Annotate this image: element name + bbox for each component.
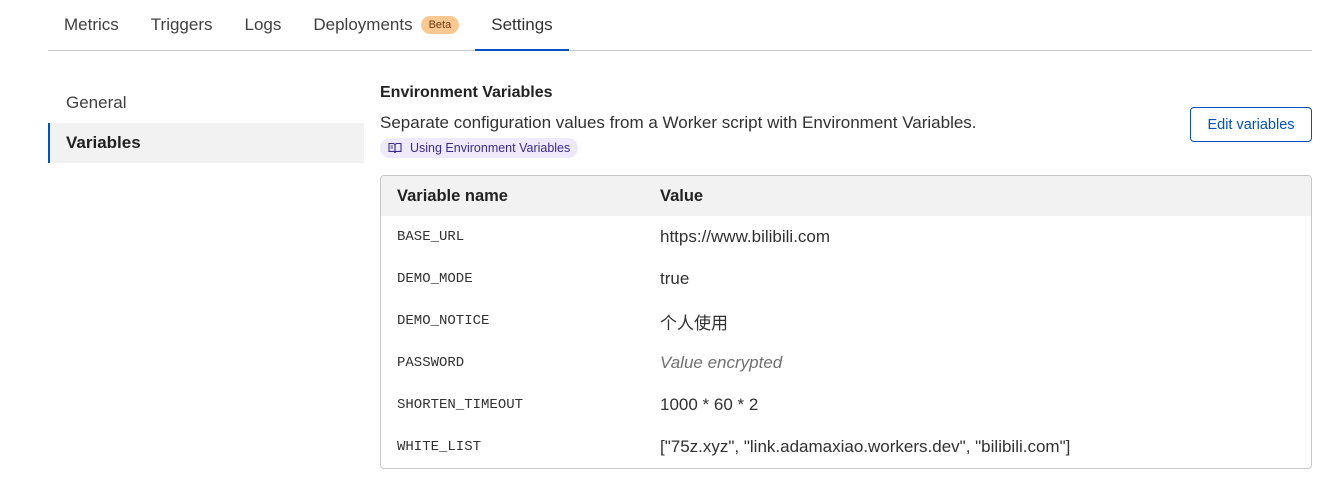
column-header-name: Variable name [397,186,508,205]
variable-name: BASE_URL [397,229,465,245]
table-row: WHITE_LIST ["75z.xyz", "link.adamaxiao.w… [381,426,1311,468]
table-header: Variable name Value [381,176,1311,216]
book-icon [388,142,402,154]
variable-value: 个人使用 [660,313,728,333]
tab-label: Triggers [150,15,213,34]
top-tabs: Metrics Triggers Logs Deployments Beta S… [48,0,1312,51]
beta-badge: Beta [420,16,460,34]
variables-section: Environment Variables Separate configura… [380,82,1312,469]
table-row: DEMO_NOTICE 个人使用 [381,300,1311,342]
variable-value: 1000 * 60 * 2 [660,395,759,414]
sidebar-item-label: Variables [66,133,141,152]
tab-deployments[interactable]: Deployments Beta [297,0,475,50]
variable-name: SHORTEN_TIMEOUT [397,397,524,413]
tab-triggers[interactable]: Triggers [135,0,229,50]
docs-link-label: Using Environment Variables [410,141,571,155]
tab-label: Deployments [313,15,413,34]
table-row: PASSWORD Value encrypted [381,342,1311,384]
sidebar-item-variables[interactable]: Variables [48,123,364,163]
sidebar-item-label: General [66,93,127,112]
section-title: Environment Variables [380,84,553,101]
variable-name: PASSWORD [397,355,465,371]
table-row: DEMO_MODE true [381,258,1311,300]
edit-variables-button[interactable]: Edit variables [1190,107,1312,142]
sidebar-item-general[interactable]: General [48,83,364,123]
variable-value: ["75z.xyz", "link.adamaxiao.workers.dev"… [660,437,1071,456]
table-row: SHORTEN_TIMEOUT 1000 * 60 * 2 [381,384,1311,426]
tab-settings[interactable]: Settings [475,0,570,51]
tab-label: Metrics [64,15,119,34]
variable-value: https://www.bilibili.com [660,227,831,246]
column-header-value: Value [660,186,704,205]
tab-logs[interactable]: Logs [229,0,298,50]
tab-metrics[interactable]: Metrics [48,0,135,50]
settings-sidebar: General Variables [48,83,364,163]
section-description: Separate configuration values from a Wor… [380,113,977,132]
variable-name: WHITE_LIST [397,439,482,455]
docs-link[interactable]: Using Environment Variables [380,138,579,158]
variables-table: Variable name Value BASE_URL https://www… [380,175,1312,469]
tab-label: Logs [244,15,282,34]
variable-name: DEMO_NOTICE [397,313,490,329]
tab-label: Settings [491,15,553,34]
variable-value: true [660,269,690,288]
table-row: BASE_URL https://www.bilibili.com [381,216,1311,258]
variable-value-encrypted: Value encrypted [660,353,783,372]
variable-name: DEMO_MODE [397,271,473,287]
